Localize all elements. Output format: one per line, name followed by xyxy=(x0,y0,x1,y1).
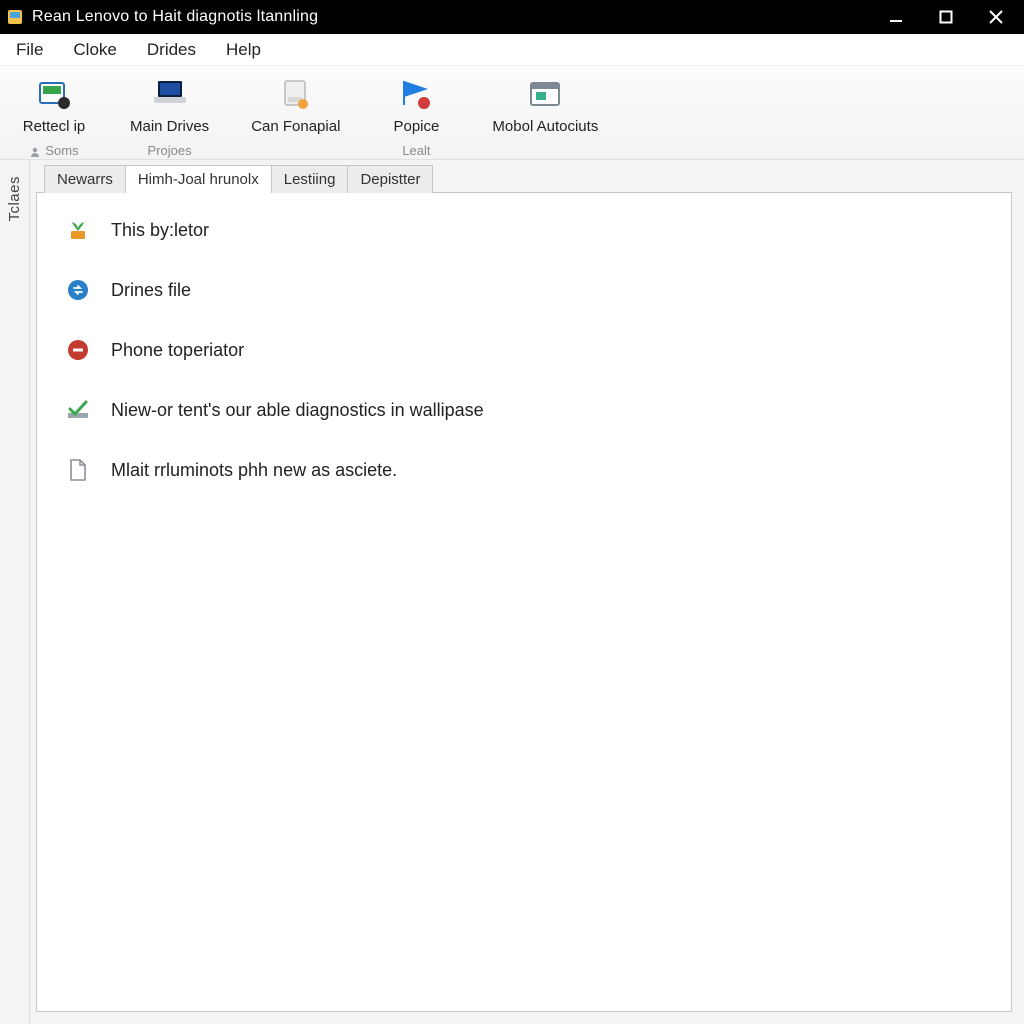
title-bar: Rean Lenovo to Hait diagnotis ltannling xyxy=(0,0,1024,34)
tab-lestiing[interactable]: Lestiing xyxy=(271,165,349,193)
toolbar-rettecl-label: Rettecl ip xyxy=(23,118,86,135)
list-item-label: Mlait rrluminots phh new as asciete. xyxy=(111,460,397,481)
toolbar-mobol-label: Mobol Autociuts xyxy=(492,118,598,135)
menu-bar: File Cloke Drides Help xyxy=(0,34,1024,66)
window-title: Rean Lenovo to Hait diagnotis ltannling xyxy=(32,8,318,26)
toolbar-group-lealt: Lealt xyxy=(402,143,430,158)
menu-cloke[interactable]: Cloke xyxy=(61,36,128,64)
list-item[interactable]: Niew-or tent's our able diagnostics in w… xyxy=(65,397,983,423)
content-panel: This by:letor Drines file xyxy=(36,192,1012,1012)
circle-arrows-icon xyxy=(65,277,91,303)
list-item[interactable]: Drines file xyxy=(65,277,983,303)
toolbar-can-fonapial-button[interactable]: Can Fonapial xyxy=(245,72,346,141)
check-tray-icon xyxy=(65,397,91,423)
toolbar-mobol-button[interactable]: Mobol Autociuts xyxy=(486,72,604,141)
app-icon xyxy=(6,8,24,26)
toolbar-popice-button[interactable]: Popice xyxy=(376,72,456,141)
toolbar-can-fonapial-label: Can Fonapial xyxy=(251,118,340,135)
stop-icon xyxy=(65,337,91,363)
menu-file[interactable]: File xyxy=(4,36,55,64)
list-item-label: Drines file xyxy=(111,280,191,301)
tab-strip: Newarrs Himh-Joal hrunolx Lestiing Depis… xyxy=(36,160,1012,192)
close-button[interactable] xyxy=(984,5,1008,29)
tab-depistter[interactable]: Depistter xyxy=(347,165,433,193)
laptop-icon xyxy=(148,74,192,114)
flag-icon xyxy=(394,74,438,114)
drive-icon xyxy=(274,74,318,114)
menu-help[interactable]: Help xyxy=(214,36,273,64)
list-item-label: Phone toperiator xyxy=(111,340,244,361)
calendar-icon xyxy=(523,74,567,114)
maximize-button[interactable] xyxy=(934,5,958,29)
toolbar: Rettecl ip Soms Main Drives Projoes xyxy=(0,66,1024,160)
tab-newarrs[interactable]: Newarrs xyxy=(44,165,126,193)
plant-icon xyxy=(65,217,91,243)
menu-drides[interactable]: Drides xyxy=(135,36,208,64)
list-item[interactable]: Mlait rrluminots phh new as asciete. xyxy=(65,457,983,483)
list-item-label: Niew-or tent's our able diagnostics in w… xyxy=(111,400,484,421)
tab-himh-joal[interactable]: Himh-Joal hrunolx xyxy=(125,165,272,193)
sidebar-band[interactable]: Tclaes xyxy=(0,160,30,1024)
toolbar-rettecl-button[interactable]: Rettecl ip xyxy=(14,72,94,141)
document-icon xyxy=(65,457,91,483)
list-item[interactable]: This by:letor xyxy=(65,217,983,243)
toolbar-group-soms: Soms xyxy=(29,143,78,158)
list-item-label: This by:letor xyxy=(111,220,209,241)
card-icon xyxy=(32,74,76,114)
toolbar-main-drives-label: Main Drives xyxy=(130,118,209,135)
toolbar-group-projoes: Projoes xyxy=(148,143,192,158)
minimize-button[interactable] xyxy=(884,5,908,29)
sidebar-label: Tclaes xyxy=(6,176,23,222)
toolbar-popice-label: Popice xyxy=(393,118,439,135)
list-item[interactable]: Phone toperiator xyxy=(65,337,983,363)
toolbar-main-drives-button[interactable]: Main Drives xyxy=(124,72,215,141)
